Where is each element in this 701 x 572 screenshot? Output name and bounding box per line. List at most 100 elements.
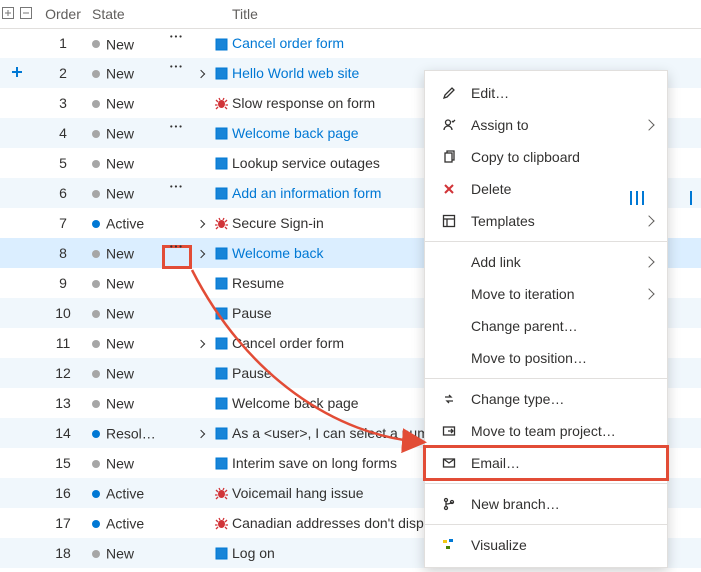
story-icon xyxy=(214,425,229,441)
header-order[interactable]: Order xyxy=(34,0,92,28)
state-cell: New xyxy=(92,328,162,358)
menu-new-branch[interactable]: New branch… xyxy=(425,488,667,520)
copy-icon xyxy=(439,150,459,164)
branch-icon xyxy=(439,497,459,511)
state-cell: New xyxy=(92,388,162,418)
state-dot-icon xyxy=(92,220,100,228)
chevron-right-icon xyxy=(643,215,654,226)
delete-icon xyxy=(439,182,459,196)
order-cell: 10 xyxy=(34,298,92,328)
state-cell: Active xyxy=(92,478,162,508)
expand-chevron-icon[interactable] xyxy=(197,250,205,258)
work-item-title: Welcome back page xyxy=(232,395,359,411)
backlog-row[interactable]: 1NewCancel order form xyxy=(0,28,701,58)
order-cell: 11 xyxy=(34,328,92,358)
work-item-title[interactable]: Cancel order form xyxy=(232,35,344,51)
menu-add-link[interactable]: Add link xyxy=(425,246,667,278)
state-dot-icon xyxy=(92,400,100,408)
order-cell: 4 xyxy=(34,118,92,148)
order-cell: 1 xyxy=(34,28,92,58)
state-cell: New xyxy=(92,178,162,208)
template-icon xyxy=(439,214,459,228)
story-icon xyxy=(214,65,229,81)
story-icon xyxy=(214,35,229,51)
menu-email[interactable]: Email… xyxy=(425,447,667,479)
story-icon xyxy=(214,155,229,171)
menu-move-to-iteration[interactable]: Move to iteration xyxy=(425,278,667,310)
order-cell: 8 xyxy=(34,238,92,268)
work-item-title[interactable]: Welcome back xyxy=(232,245,324,261)
work-item-title[interactable]: Welcome back page xyxy=(232,125,359,141)
menu-change-type[interactable]: Change type… xyxy=(425,383,667,415)
chevron-right-icon xyxy=(643,119,654,130)
state-dot-icon xyxy=(92,340,100,348)
menu-visualize[interactable]: Visualize xyxy=(425,529,667,561)
state-dot-icon xyxy=(92,160,100,168)
order-cell: 15 xyxy=(34,448,92,478)
header-state[interactable]: State xyxy=(92,0,162,28)
chevron-right-icon xyxy=(643,288,654,299)
state-cell: New xyxy=(92,148,162,178)
row-actions-button[interactable] xyxy=(167,190,187,204)
work-item-title: Secure Sign-in xyxy=(232,215,324,231)
state-dot-icon xyxy=(92,100,100,108)
add-item-icon[interactable] xyxy=(10,65,24,79)
insertion-marker xyxy=(690,191,692,205)
state-dot-icon xyxy=(92,40,100,48)
work-item-title[interactable]: Add an information form xyxy=(232,185,381,201)
change-type-icon xyxy=(439,392,459,406)
state-dot-icon xyxy=(92,460,100,468)
header-title[interactable]: Title xyxy=(232,0,701,28)
state-dot-icon xyxy=(92,190,100,198)
work-item-title: Log on xyxy=(232,545,275,561)
context-menu: Edit… Assign to Copy to clipboard Delete… xyxy=(424,70,668,568)
work-item-title[interactable]: Hello World web site xyxy=(232,65,359,81)
bug-icon xyxy=(214,515,229,531)
work-item-title: Canadian addresses don't display xyxy=(232,515,442,531)
menu-move-to-position[interactable]: Move to position… xyxy=(425,342,667,374)
order-cell: 9 xyxy=(34,268,92,298)
row-actions-button[interactable] xyxy=(167,130,187,144)
story-icon xyxy=(214,335,229,351)
state-cell: Active xyxy=(92,508,162,538)
state-cell: New xyxy=(92,88,162,118)
order-cell: 12 xyxy=(34,358,92,388)
order-cell: 7 xyxy=(34,208,92,238)
pencil-icon xyxy=(439,86,459,100)
expand-chevron-icon[interactable] xyxy=(197,220,205,228)
row-actions-button[interactable] xyxy=(167,250,187,264)
menu-assign-to[interactable]: Assign to xyxy=(425,109,667,141)
bug-icon xyxy=(214,215,229,231)
menu-copy[interactable]: Copy to clipboard xyxy=(425,141,667,173)
person-icon xyxy=(439,118,459,132)
state-cell: New xyxy=(92,118,162,148)
expand-chevron-icon[interactable] xyxy=(197,340,205,348)
email-icon xyxy=(439,456,459,470)
row-actions-button[interactable] xyxy=(167,40,187,54)
story-icon xyxy=(214,125,229,141)
state-cell: New xyxy=(92,238,162,268)
order-cell: 16 xyxy=(34,478,92,508)
state-dot-icon xyxy=(92,310,100,318)
expand-all-icon[interactable] xyxy=(1,6,15,22)
collapse-all-icon[interactable] xyxy=(19,6,33,22)
work-item-title: As a <user>, I can select a numbe xyxy=(232,425,444,441)
state-cell: New xyxy=(92,268,162,298)
work-item-title: Interim save on long forms xyxy=(232,455,397,471)
menu-change-parent[interactable]: Change parent… xyxy=(425,310,667,342)
state-dot-icon xyxy=(92,520,100,528)
expand-chevron-icon[interactable] xyxy=(197,70,205,78)
story-icon xyxy=(214,305,229,321)
chevron-right-icon xyxy=(643,256,654,267)
row-actions-button[interactable] xyxy=(167,70,187,84)
work-item-title: Voicemail hang issue xyxy=(232,485,364,501)
menu-move-to-team-project[interactable]: Move to team project… xyxy=(425,415,667,447)
state-cell: New xyxy=(92,298,162,328)
story-icon xyxy=(214,365,229,381)
state-cell: New xyxy=(92,358,162,388)
menu-templates[interactable]: Templates xyxy=(425,205,667,237)
expand-chevron-icon[interactable] xyxy=(197,430,205,438)
menu-edit[interactable]: Edit… xyxy=(425,77,667,109)
story-icon xyxy=(214,245,229,261)
visualize-icon xyxy=(439,538,459,552)
